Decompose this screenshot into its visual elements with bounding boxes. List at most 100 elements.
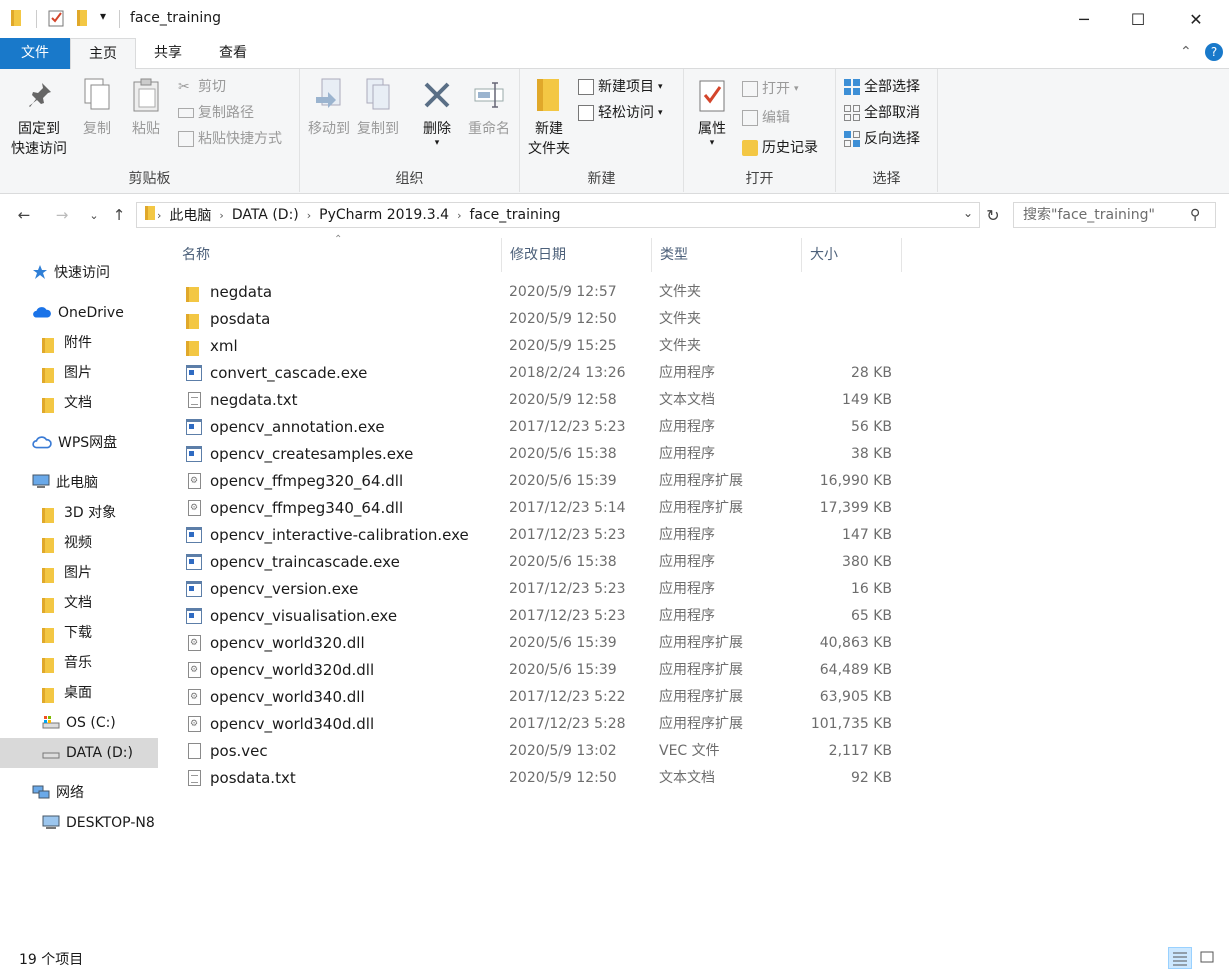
file-type: 文件夹 — [659, 311, 701, 327]
sidebar-item[interactable]: DATA (D:) — [0, 738, 158, 768]
large-icons-view-button[interactable] — [1196, 947, 1220, 969]
open-button[interactable]: 打开 ▾ — [742, 77, 799, 101]
file-row[interactable]: opencv_ffmpeg340_64.dll 2017/12/23 5:14 应用… — [160, 495, 920, 522]
column-header-size[interactable]: 大小 — [802, 238, 902, 272]
up-arrow-icon[interactable]: ↑ — [107, 202, 131, 228]
invert-selection-button[interactable]: 反向选择 — [844, 127, 920, 151]
sidebar-item[interactable]: 文档 — [0, 388, 158, 418]
easy-access-button[interactable]: 轻松访问 ▾ — [578, 101, 663, 125]
tab-view[interactable]: 查看 — [200, 38, 266, 69]
breadcrumb-separator[interactable]: › — [157, 209, 161, 222]
properties-check-icon[interactable] — [48, 9, 66, 31]
tab-home[interactable]: 主页 — [70, 38, 136, 70]
sidebar-item[interactable]: 视频 — [0, 528, 158, 558]
file-row[interactable]: pos.vec 2020/5/9 13:02 VEC 文件 2,117 KB — [160, 738, 920, 765]
select-none-button[interactable]: 全部取消 — [844, 101, 920, 125]
help-icon[interactable]: ? — [1205, 43, 1223, 61]
file-date: 2017/12/23 5:22 — [509, 689, 626, 705]
properties-dropdown-icon[interactable]: ▾ — [690, 139, 734, 148]
file-row[interactable]: opencv_world340.dll 2017/12/23 5:22 应用程序扩展… — [160, 684, 920, 711]
breadcrumb-separator[interactable]: › — [457, 209, 461, 222]
sidebar-item[interactable]: WPS网盘 — [0, 428, 158, 458]
sidebar-item[interactable]: OneDrive — [0, 298, 158, 328]
select-all-button[interactable]: 全部选择 — [844, 75, 920, 99]
sidebar-item[interactable]: 图片 — [0, 558, 158, 588]
file-row[interactable]: opencv_world340d.dll 2017/12/23 5:28 应用程序扩… — [160, 711, 920, 738]
address-bar[interactable]: › 此电脑 › DATA (D:) › PyCharm 2019.3.4 › f… — [136, 202, 980, 228]
sidebar-item[interactable]: 此电脑 — [0, 468, 158, 498]
column-header-type[interactable]: 类型 — [652, 238, 802, 272]
breadcrumb-pycharm[interactable]: PyCharm 2019.3.4 — [319, 207, 449, 223]
column-header-date[interactable]: 修改日期 — [502, 238, 652, 272]
details-view-button[interactable] — [1168, 947, 1192, 969]
address-dropdown-chevron-icon[interactable]: ⌄ — [963, 206, 973, 220]
breadcrumb-this-pc[interactable]: 此电脑 — [169, 205, 211, 225]
breadcrumb-separator[interactable]: › — [307, 209, 311, 222]
file-row[interactable]: negdata.txt 2020/5/9 12:58 文本文档 149 KB — [160, 387, 920, 414]
breadcrumb-face-training[interactable]: face_training — [469, 207, 560, 223]
folder-icon — [186, 311, 202, 329]
search-input[interactable]: 搜索"face_training" ⚲ — [1013, 202, 1216, 228]
close-button[interactable]: ✕ — [1173, 0, 1219, 38]
forward-arrow-icon[interactable]: → — [50, 202, 74, 228]
tab-file[interactable]: 文件 — [0, 38, 70, 69]
sidebar-item[interactable]: 快速访问 — [0, 258, 158, 288]
pin-quick-access-button[interactable]: 固定到 快速访问 — [6, 75, 72, 159]
file-row[interactable]: xml 2020/5/9 15:25 文件夹 — [160, 333, 920, 360]
sidebar-item[interactable]: 网络 — [0, 778, 158, 808]
sidebar-item[interactable]: 3D 对象 — [0, 498, 158, 528]
paste-button[interactable]: 粘贴 — [124, 75, 168, 139]
sidebar-item[interactable]: 附件 — [0, 328, 158, 358]
new-folder-button[interactable]: 新建 文件夹 — [524, 75, 574, 159]
sidebar-item[interactable]: 文档 — [0, 588, 158, 618]
cut-button[interactable]: ✂ 剪切 — [178, 75, 226, 99]
back-arrow-icon[interactable]: ← — [12, 202, 36, 228]
file-date: 2020/5/9 12:57 — [509, 284, 617, 300]
qat-dropdown-icon[interactable]: ▾ — [100, 9, 106, 23]
file-row[interactable]: opencv_world320d.dll 2020/5/6 15:39 应用程序扩展… — [160, 657, 920, 684]
rename-button[interactable]: 重命名 — [462, 75, 516, 139]
sidebar-item[interactable]: 桌面 — [0, 678, 158, 708]
breadcrumb-data-drive[interactable]: DATA (D:) — [232, 207, 299, 223]
new-folder-quick-icon[interactable] — [77, 10, 87, 30]
collapse-ribbon-icon[interactable]: ⌃ — [1180, 44, 1192, 60]
sidebar-item[interactable]: DESKTOP-N8 — [0, 808, 158, 838]
file-row[interactable]: posdata 2020/5/9 12:50 文件夹 — [160, 306, 920, 333]
history-button[interactable]: 历史记录 — [742, 136, 818, 160]
properties-button[interactable]: 属性 ▾ — [690, 75, 734, 148]
file-row[interactable]: opencv_world320.dll 2020/5/6 15:39 应用程序扩展 4… — [160, 630, 920, 657]
text-file-icon — [188, 743, 201, 759]
move-to-button[interactable]: 移动到 — [304, 75, 354, 139]
delete-button[interactable]: 删除 ▾ — [416, 75, 458, 148]
file-row[interactable]: negdata 2020/5/9 12:57 文件夹 — [160, 279, 920, 306]
file-row[interactable]: opencv_traincascade.exe 2020/5/6 15:38 应用程… — [160, 549, 920, 576]
maximize-button[interactable]: ☐ — [1115, 0, 1161, 38]
sidebar-item[interactable]: 音乐 — [0, 648, 158, 678]
paste-shortcut-button[interactable]: 粘贴快捷方式 — [178, 127, 282, 151]
sidebar-item[interactable]: OS (C:) — [0, 708, 158, 738]
file-row[interactable]: opencv_visualisation.exe 2017/12/23 5:23 应… — [160, 603, 920, 630]
copy-path-button[interactable]: 复制路径 — [178, 101, 254, 125]
refresh-icon[interactable]: ↻ — [981, 202, 1005, 228]
sidebar-item[interactable]: 图片 — [0, 358, 158, 388]
breadcrumb-separator[interactable]: › — [219, 209, 223, 222]
file-row[interactable]: opencv_createsamples.exe 2020/5/6 15:38 应用… — [160, 441, 920, 468]
file-row[interactable]: posdata.txt 2020/5/9 12:50 文本文档 92 KB — [160, 765, 920, 792]
sidebar-item[interactable]: 下载 — [0, 618, 158, 648]
delete-dropdown-icon[interactable]: ▾ — [416, 139, 458, 148]
file-row[interactable]: opencv_interactive-calibration.exe 2017/1… — [160, 522, 920, 549]
file-row[interactable]: opencv_ffmpeg320_64.dll 2020/5/6 15:39 应用程… — [160, 468, 920, 495]
copy-button[interactable]: 复制 — [76, 75, 118, 139]
edit-button[interactable]: 编辑 — [742, 106, 790, 130]
file-row[interactable]: opencv_annotation.exe 2017/12/23 5:23 应用程序… — [160, 414, 920, 441]
recent-locations-chevron-icon[interactable]: ⌄ — [82, 202, 106, 228]
minimize-button[interactable]: ─ — [1061, 0, 1107, 38]
file-row[interactable]: convert_cascade.exe 2018/2/24 13:26 应用程序 28… — [160, 360, 920, 387]
tab-share[interactable]: 共享 — [136, 38, 200, 69]
new-item-button[interactable]: 新建项目 ▾ — [578, 75, 663, 99]
properties-label: 属性 — [698, 121, 726, 137]
copy-to-button[interactable]: 复制到 — [352, 75, 404, 139]
file-row[interactable]: opencv_version.exe 2017/12/23 5:23 应用程序 16 … — [160, 576, 920, 603]
file-size: 2,117 KB — [828, 743, 892, 759]
column-header-name[interactable]: 名称 — [174, 238, 502, 272]
